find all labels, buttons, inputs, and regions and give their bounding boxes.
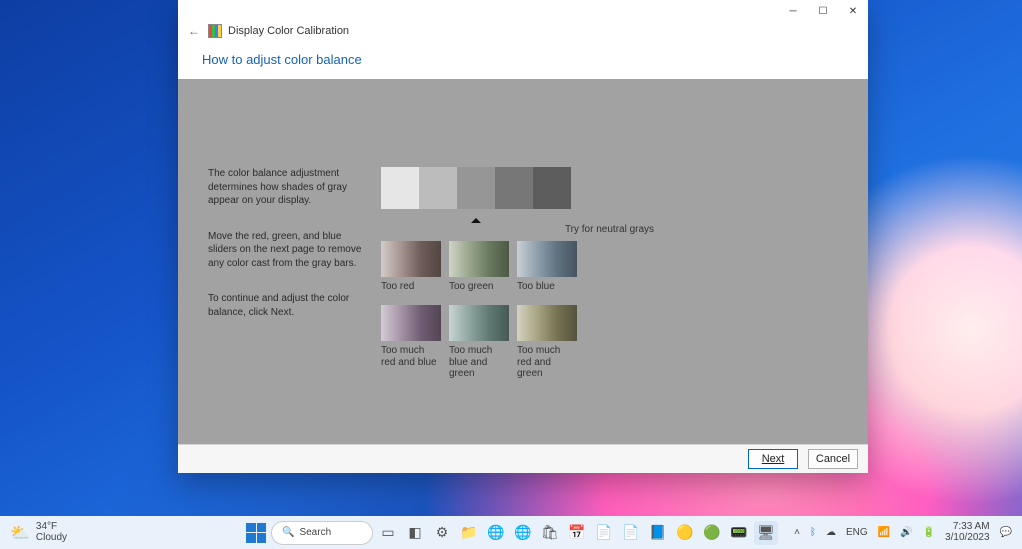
label-too-green: Too green [449,281,509,301]
weather-temp: 34°F [36,522,67,533]
clock-time: 7:33 AM [953,522,990,533]
wifi-icon[interactable]: 📶 [878,527,890,538]
swatch-grid: Too red Too green Too blue Too much red … [381,241,838,380]
onedrive-icon[interactable]: ☁ [826,527,836,538]
swatch-blue-green [449,305,509,341]
label-too-red: Too red [381,281,441,301]
app-title: Display Color Calibration [228,25,349,37]
taskbar-center: 🔍 Search ▭ ◧ ⚙ 📁 🌐 🌐 🛍 📅 📄 📄 📘 🟡 🟢 📟 🖥 [244,521,778,545]
label-blue-green: Too much blue and green [449,345,509,380]
instruction-p1: The color balance adjustment determines … [208,167,363,208]
sample-column: Try for neutral grays Too red Too green … [381,167,838,424]
close-button[interactable]: ✕ [838,6,868,17]
cancel-button[interactable]: Cancel [808,449,858,469]
dialog-footer: Next Cancel [178,444,868,473]
swatch-too-green [449,241,509,277]
clock-date: 3/10/2023 [945,533,990,544]
excel-icon[interactable]: 📄 [619,521,643,545]
label-too-blue: Too blue [517,281,577,301]
search-icon: 🔍 [282,527,294,538]
taskbar: ⛅ 34°F Cloudy 🔍 Search ▭ ◧ ⚙ 📁 🌐 🌐 🛍 📅 📄… [0,516,1022,549]
notifications-icon[interactable]: 💬 [1000,527,1012,538]
gray-strip [381,167,571,209]
next-button[interactable]: Next [748,449,798,469]
minimize-button[interactable]: ─ [778,6,808,17]
system-tray: ˄ ᛒ ☁ ENG 📶 🔊 🔋 7:33 AM 3/10/2023 💬 [784,522,1022,543]
start-button[interactable] [244,521,268,545]
word-icon[interactable]: 📄 [592,521,616,545]
chrome-icon[interactable]: 🟡 [673,521,697,545]
instruction-p2: Move the red, green, and blue sliders on… [208,230,363,271]
browser-icon[interactable]: 🌐 [511,521,535,545]
clock[interactable]: 7:33 AM 3/10/2023 [945,522,990,543]
window-titlebar: ─ ☐ ✕ [178,0,868,22]
page-title: How to adjust color balance [178,42,868,79]
battery-icon[interactable]: 🔋 [923,527,935,538]
tray-chevron-icon[interactable]: ˄ [794,527,800,538]
calibration-taskbar-icon[interactable]: 🖥 [754,521,778,545]
app-icon-2[interactable]: 📟 [727,521,751,545]
task-view-icon[interactable]: ▭ [376,521,400,545]
language-indicator[interactable]: ENG [846,527,868,538]
weather-icon: ⛅ [10,523,30,543]
instruction-text: The color balance adjustment determines … [208,167,363,424]
instruction-p3: To continue and adjust the color balance… [208,292,363,319]
swatch-too-red [381,241,441,277]
search-box[interactable]: 🔍 Search [271,521,373,545]
back-button[interactable]: ← [186,24,202,38]
bluetooth-icon[interactable]: ᛒ [810,527,816,538]
weather-cond: Cloudy [36,533,67,544]
swatch-too-blue [517,241,577,277]
widgets-icon[interactable]: ◧ [403,521,427,545]
app-icon-1[interactable]: 📘 [646,521,670,545]
label-red-blue: Too much red and blue [381,345,441,380]
weather-widget[interactable]: ⛅ 34°F Cloudy [0,522,77,543]
volume-icon[interactable]: 🔊 [900,527,912,538]
edge-icon[interactable]: 🌐 [484,521,508,545]
search-label: Search [299,527,331,538]
label-red-green: Too much red and green [517,345,577,380]
app-icon [208,24,222,38]
maximize-button[interactable]: ☐ [808,6,838,17]
swatch-red-green [517,305,577,341]
file-explorer-icon[interactable]: 📁 [457,521,481,545]
content-area: The color balance adjustment determines … [178,79,868,444]
neutral-caption: Try for neutral grays [381,224,838,235]
window-header: ← Display Color Calibration [178,22,868,42]
color-calibration-window: ─ ☐ ✕ ← Display Color Calibration How to… [178,0,868,473]
settings-icon[interactable]: ⚙ [430,521,454,545]
chrome-icon-2[interactable]: 🟢 [700,521,724,545]
swatch-red-blue [381,305,441,341]
calendar-icon[interactable]: 📅 [565,521,589,545]
store-icon[interactable]: 🛍 [538,521,562,545]
